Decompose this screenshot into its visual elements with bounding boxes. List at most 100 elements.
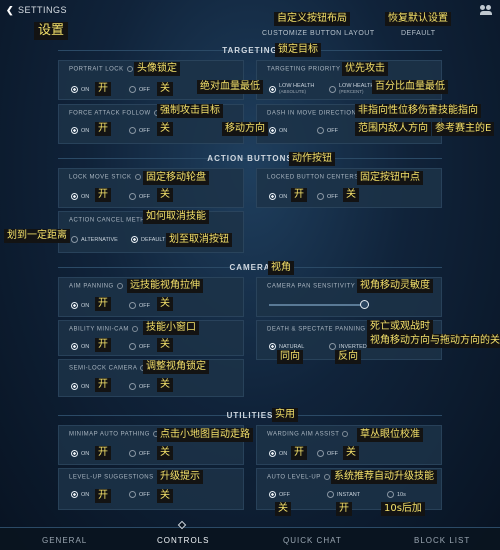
ward-assist-on[interactable]: ON (269, 450, 287, 457)
radio-off-icon (327, 491, 334, 498)
aim-panning-on[interactable]: ON (71, 302, 89, 309)
annotation-targeting-priority: 优先攻击 (342, 62, 388, 76)
portrait-lock-on[interactable]: ON (71, 86, 89, 93)
cancel-default[interactable]: DEFAULT (131, 236, 165, 243)
death-pan-inverted[interactable]: INVERTED (329, 343, 367, 350)
section-title-camera: CAMERA (229, 263, 271, 272)
radio-off-icon (129, 86, 136, 93)
death-spectate-panning-label: DEATH & SPECTATE PANNING (267, 326, 375, 333)
annotation-cancel-method: 如何取消技能 (143, 210, 209, 224)
targeting-low-abs[interactable]: LOW HEALTH (ABSOLUTE) (269, 83, 314, 95)
annotation-low-abs: 绝对血量最低 (197, 80, 263, 94)
semi-lock-off[interactable]: OFF (129, 383, 150, 390)
tab-block-list[interactable]: BLOCK LIST (414, 536, 470, 545)
annotation-semi-lock: 调整视角锁定 (143, 360, 209, 374)
annotation-same-dir: 同向 (277, 350, 303, 364)
lock-stick-on[interactable]: ON (71, 193, 89, 200)
info-icon (134, 174, 141, 180)
section-title-targeting: TARGETING (222, 46, 278, 55)
customize-layout-button[interactable]: CUSTOMIZE BUTTON LAYOUT (262, 30, 375, 37)
lock-stick-off[interactable]: OFF (129, 193, 150, 200)
lock-move-stick-label: LOCK MOVE STICK (69, 174, 141, 181)
radio-off-icon (317, 450, 324, 457)
annotation-dash-dir: 非指向性位移伤害技能指向 (355, 104, 481, 118)
force-follow-off[interactable]: OFF (129, 127, 150, 134)
targeting-low-pct[interactable]: LOW HEALTH (PERCENT) (329, 83, 374, 95)
auto-level-off[interactable]: OFF (269, 491, 290, 498)
level-sugg-on[interactable]: ON (71, 491, 89, 498)
annotation-settings: 设置 (34, 22, 69, 40)
radio-on-icon (71, 491, 78, 498)
annotation-minimap-path: 点击小地图自动走路 (157, 428, 253, 442)
ward-assist-off[interactable]: OFF (317, 450, 338, 457)
auto-level-instant[interactable]: INSTANT (327, 491, 360, 498)
annotation-opp-dir: 反向 (335, 350, 361, 364)
minimap-path-off[interactable]: OFF (129, 450, 150, 457)
annotation-off2: 关 (157, 122, 173, 136)
mini-cam-on[interactable]: ON (71, 343, 89, 350)
radio-on-icon (71, 127, 78, 134)
section-title-utilities: UTILITIES (226, 411, 274, 420)
portrait-lock-off[interactable]: OFF (129, 86, 150, 93)
semi-lock-on[interactable]: ON (71, 383, 89, 390)
annotation-move-dir: 移动方向 (222, 122, 268, 136)
level-up-suggestions-label: LEVEL-UP SUGGESTIONS (69, 474, 163, 481)
annotation-on5: 开 (95, 297, 111, 311)
annotation-on10: 开 (95, 489, 111, 503)
annotation-default: 恢复默认设置 (385, 12, 451, 26)
tab-controls[interactable]: CONTROLS (157, 536, 209, 545)
radio-on-icon (269, 343, 276, 350)
radio-on-icon (269, 193, 276, 200)
annotation-off1: 关 (157, 82, 173, 96)
lock-center-off[interactable]: OFF (317, 193, 338, 200)
radio-on-icon (269, 127, 276, 134)
radio-off-icon (317, 127, 324, 134)
annotation-off4: 关 (343, 188, 359, 202)
dash-dir-off[interactable]: OFF (317, 127, 338, 134)
minimap-path-on[interactable]: ON (71, 450, 89, 457)
tab-quick-chat[interactable]: QUICK CHAT (283, 536, 342, 545)
annotation-off8: 关 (157, 446, 173, 460)
radio-on-icon (269, 450, 276, 457)
radio-off-icon (129, 383, 136, 390)
targeting-priority-label: TARGETING PRIORITY (267, 66, 350, 73)
back-button[interactable]: ❮ SETTINGS (6, 5, 67, 16)
auto-level-10s[interactable]: 10s (387, 491, 406, 498)
level-sugg-off[interactable]: OFF (129, 491, 150, 498)
radio-on-icon (71, 193, 78, 200)
locked-button-centers-label: LOCKED BUTTON CENTERS (267, 174, 368, 181)
force-follow-on[interactable]: ON (71, 127, 89, 134)
annotation-camera: 视角 (268, 261, 294, 275)
tab-general[interactable]: GENERAL (42, 536, 87, 545)
radio-on-icon (71, 343, 78, 350)
death-pan-natural[interactable]: NATURAL (269, 343, 304, 350)
annotation-on3: 开 (95, 188, 111, 202)
dash-dir-on[interactable]: ON (269, 127, 287, 134)
lock-center-on[interactable]: ON (269, 193, 287, 200)
annotation-al-on: 开 (336, 502, 352, 516)
pan-sensitivity-track[interactable] (269, 304, 369, 306)
annotation-al-off: 关 (275, 502, 291, 516)
info-icon (126, 66, 133, 72)
annotation-portrait-lock: 头像锁定 (134, 62, 180, 76)
friends-icon[interactable] (480, 5, 492, 15)
force-attack-follow-label: FORCE ATTACK FOLLOW (69, 110, 160, 117)
aim-panning-off[interactable]: OFF (129, 302, 150, 309)
section-title-action-buttons: ACTION BUTTONS (207, 154, 293, 163)
radio-off-icon (387, 491, 394, 498)
radio-off-icon (329, 343, 336, 350)
radio-on-icon (71, 383, 78, 390)
pan-sensitivity-knob[interactable] (360, 300, 369, 309)
cancel-alternative[interactable]: ALTERNATIVE (71, 236, 118, 243)
info-icon (116, 283, 123, 289)
radio-off-icon (129, 302, 136, 309)
annotation-pan-sens: 视角移动灵敏度 (357, 279, 433, 293)
annotation-off3: 关 (157, 188, 173, 202)
annotation-death-pan2: 视角移动方向与拖动方向的关系 (367, 334, 500, 348)
annotation-drag-cancel: 划至取消按钮 (166, 233, 232, 247)
annotation-force-follow: 强制攻击目标 (157, 104, 223, 118)
default-button[interactable]: DEFAULT (401, 30, 436, 37)
mini-cam-off[interactable]: OFF (129, 343, 150, 350)
ability-mini-cam-label: ABILITY MINI-CAM (69, 326, 138, 333)
chevron-left-icon: ❮ (6, 5, 15, 15)
